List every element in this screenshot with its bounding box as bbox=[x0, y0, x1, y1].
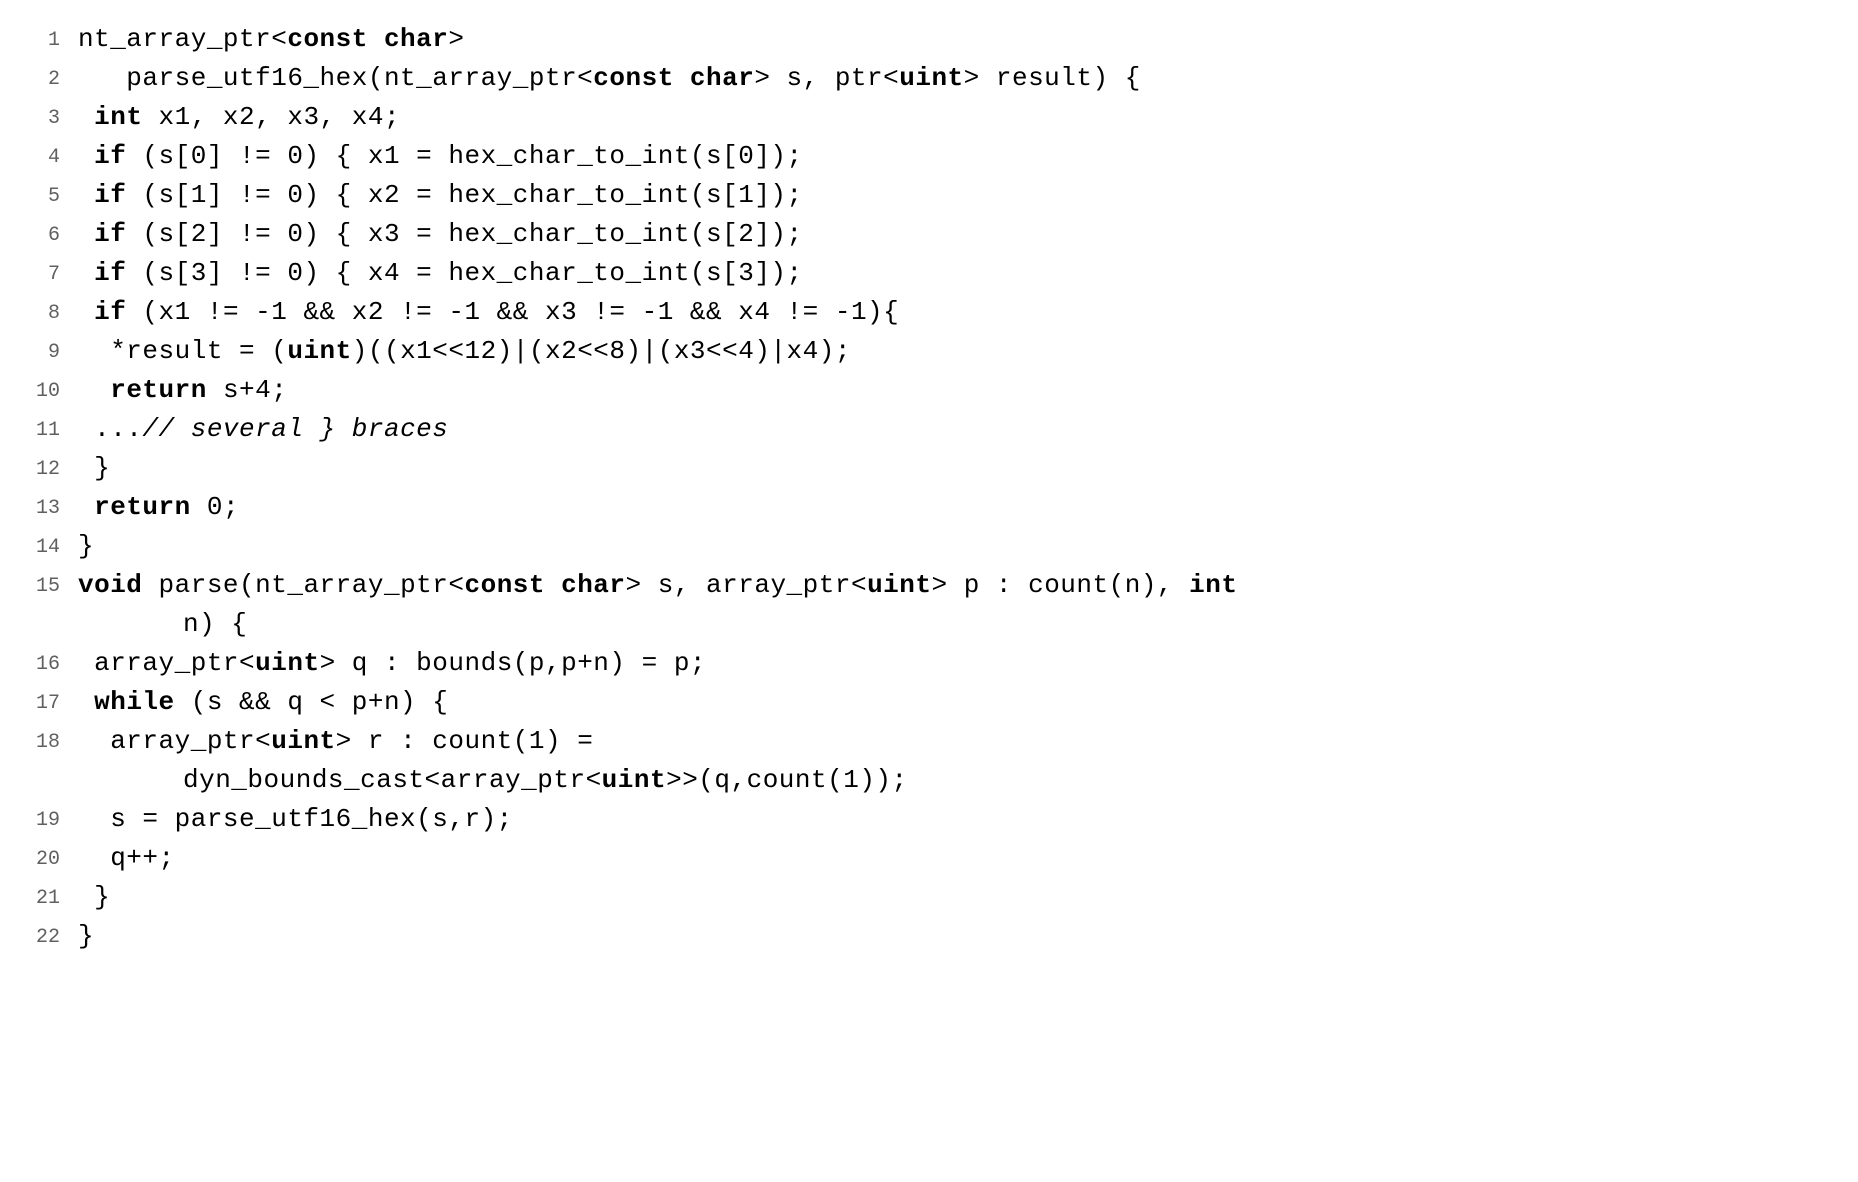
line-number: 4 bbox=[30, 137, 78, 173]
code-line: 12 } bbox=[30, 449, 1828, 488]
code-line: 6 if (s[2] != 0) { x3 = hex_char_to_int(… bbox=[30, 215, 1828, 254]
line-number: 14 bbox=[30, 527, 78, 563]
code-content: ...// several } braces bbox=[78, 410, 448, 449]
line-number: 1 bbox=[30, 20, 78, 56]
code-content: if (s[1] != 0) { x2 = hex_char_to_int(s[… bbox=[78, 176, 803, 215]
code-content: int x1, x2, x3, x4; bbox=[78, 98, 400, 137]
line-number bbox=[30, 761, 78, 767]
line-number: 3 bbox=[30, 98, 78, 134]
code-line: 16 array_ptr<uint> q : bounds(p,p+n) = p… bbox=[30, 644, 1828, 683]
code-line: 13 return 0; bbox=[30, 488, 1828, 527]
code-line: 20 q++; bbox=[30, 839, 1828, 878]
line-number: 20 bbox=[30, 839, 78, 875]
code-line: 11 ...// several } braces bbox=[30, 410, 1828, 449]
code-content: if (s[0] != 0) { x1 = hex_char_to_int(s[… bbox=[78, 137, 803, 176]
line-number bbox=[30, 605, 78, 611]
code-line: 10 return s+4; bbox=[30, 371, 1828, 410]
code-content: while (s && q < p+n) { bbox=[78, 683, 448, 722]
code-line: 15void parse(nt_array_ptr<const char> s,… bbox=[30, 566, 1828, 605]
line-number: 16 bbox=[30, 644, 78, 680]
code-content: s = parse_utf16_hex(s,r); bbox=[78, 800, 513, 839]
code-content: array_ptr<uint> q : bounds(p,p+n) = p; bbox=[78, 644, 706, 683]
code-content: q++; bbox=[78, 839, 175, 878]
code-line: 8 if (x1 != -1 && x2 != -1 && x3 != -1 &… bbox=[30, 293, 1828, 332]
code-content: } bbox=[78, 449, 110, 488]
code-content: void parse(nt_array_ptr<const char> s, a… bbox=[78, 566, 1237, 605]
code-listing: 1nt_array_ptr<const char>2 parse_utf16_h… bbox=[30, 20, 1828, 956]
code-line: dyn_bounds_cast<array_ptr<uint>>(q,count… bbox=[30, 761, 1828, 800]
code-line: 14} bbox=[30, 527, 1828, 566]
code-line: 1nt_array_ptr<const char> bbox=[30, 20, 1828, 59]
code-line: 22} bbox=[30, 917, 1828, 956]
code-content: dyn_bounds_cast<array_ptr<uint>>(q,count… bbox=[78, 761, 908, 800]
line-number: 2 bbox=[30, 59, 78, 95]
code-content: } bbox=[78, 878, 110, 917]
code-content: } bbox=[78, 917, 94, 956]
code-line: n) { bbox=[30, 605, 1828, 644]
line-number: 21 bbox=[30, 878, 78, 914]
line-number: 13 bbox=[30, 488, 78, 524]
line-number: 8 bbox=[30, 293, 78, 329]
line-number: 12 bbox=[30, 449, 78, 485]
code-content: nt_array_ptr<const char> bbox=[78, 20, 464, 59]
line-number: 10 bbox=[30, 371, 78, 407]
line-number: 11 bbox=[30, 410, 78, 446]
code-content: if (s[3] != 0) { x4 = hex_char_to_int(s[… bbox=[78, 254, 803, 293]
line-number: 5 bbox=[30, 176, 78, 212]
code-line: 3 int x1, x2, x3, x4; bbox=[30, 98, 1828, 137]
line-number: 18 bbox=[30, 722, 78, 758]
code-content: parse_utf16_hex(nt_array_ptr<const char>… bbox=[78, 59, 1141, 98]
code-content: return 0; bbox=[78, 488, 239, 527]
code-content: if (x1 != -1 && x2 != -1 && x3 != -1 && … bbox=[78, 293, 899, 332]
code-line: 18 array_ptr<uint> r : count(1) = bbox=[30, 722, 1828, 761]
line-number: 17 bbox=[30, 683, 78, 719]
code-line: 4 if (s[0] != 0) { x1 = hex_char_to_int(… bbox=[30, 137, 1828, 176]
line-number: 22 bbox=[30, 917, 78, 953]
line-number: 15 bbox=[30, 566, 78, 602]
code-line: 7 if (s[3] != 0) { x4 = hex_char_to_int(… bbox=[30, 254, 1828, 293]
code-content: if (s[2] != 0) { x3 = hex_char_to_int(s[… bbox=[78, 215, 803, 254]
line-number: 19 bbox=[30, 800, 78, 836]
line-number: 9 bbox=[30, 332, 78, 368]
code-line: 21 } bbox=[30, 878, 1828, 917]
line-number: 7 bbox=[30, 254, 78, 290]
code-content: } bbox=[78, 527, 94, 566]
code-content: array_ptr<uint> r : count(1) = bbox=[78, 722, 593, 761]
code-content: n) { bbox=[78, 605, 247, 644]
code-content: *result = (uint)((x1<<12)|(x2<<8)|(x3<<4… bbox=[78, 332, 851, 371]
code-line: 19 s = parse_utf16_hex(s,r); bbox=[30, 800, 1828, 839]
line-number: 6 bbox=[30, 215, 78, 251]
code-line: 17 while (s && q < p+n) { bbox=[30, 683, 1828, 722]
code-line: 5 if (s[1] != 0) { x2 = hex_char_to_int(… bbox=[30, 176, 1828, 215]
code-line: 9 *result = (uint)((x1<<12)|(x2<<8)|(x3<… bbox=[30, 332, 1828, 371]
code-content: return s+4; bbox=[78, 371, 287, 410]
code-line: 2 parse_utf16_hex(nt_array_ptr<const cha… bbox=[30, 59, 1828, 98]
